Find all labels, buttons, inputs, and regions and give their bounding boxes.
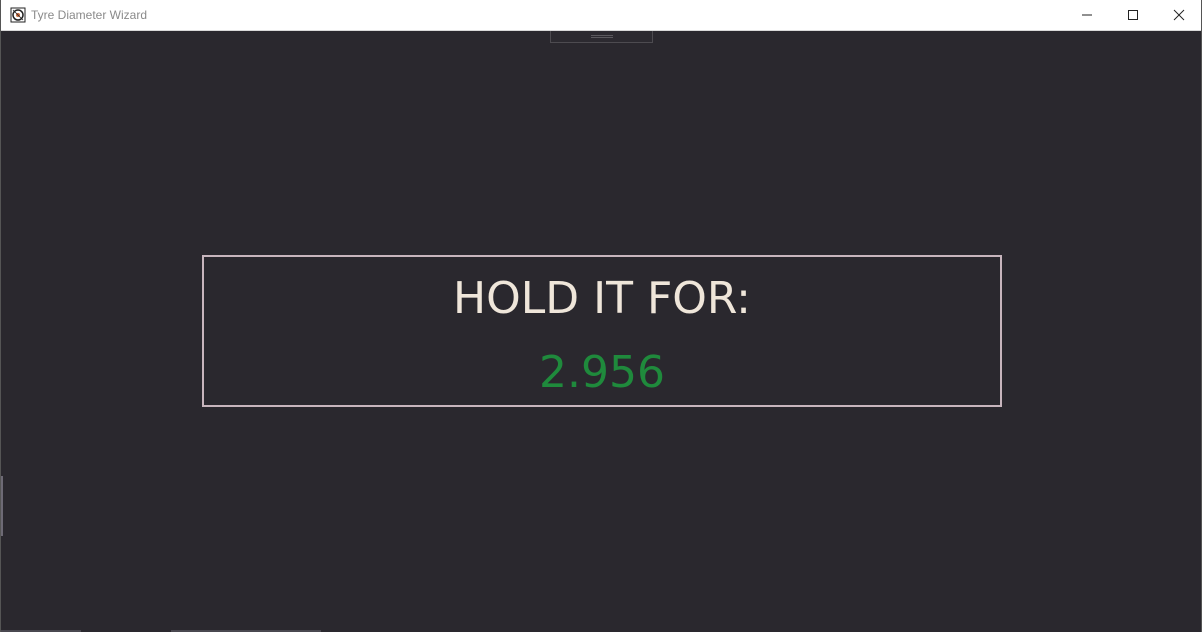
tire-icon [10,7,26,23]
maximize-icon [1128,10,1138,20]
hold-label: HOLD IT FOR: [453,273,751,324]
drawer-handle[interactable] [550,31,653,43]
window-title: Tyre Diameter Wizard [31,8,148,22]
hold-timer-panel: HOLD IT FOR: 2.956 [202,255,1002,407]
countdown-value: 2.956 [539,347,665,398]
close-button[interactable] [1156,0,1202,30]
left-edge-divider [1,476,3,536]
close-icon [1173,9,1185,21]
maximize-button[interactable] [1110,0,1156,30]
app-window: Tyre Diameter Wizard HOLD IT FOR: 2.956 [0,0,1202,632]
grip-icon [591,35,613,38]
minimize-button[interactable] [1064,0,1110,30]
minimize-icon [1082,14,1092,16]
title-bar[interactable]: Tyre Diameter Wizard [1,0,1201,31]
